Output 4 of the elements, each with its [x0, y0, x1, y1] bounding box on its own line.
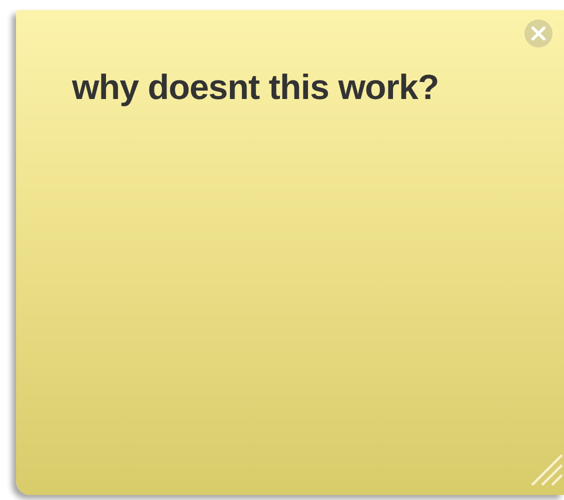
close-button[interactable] — [524, 19, 553, 48]
close-icon — [524, 19, 553, 48]
note-text[interactable]: why doesnt this work? — [72, 68, 439, 108]
resize-grip-icon[interactable] — [530, 453, 564, 487]
